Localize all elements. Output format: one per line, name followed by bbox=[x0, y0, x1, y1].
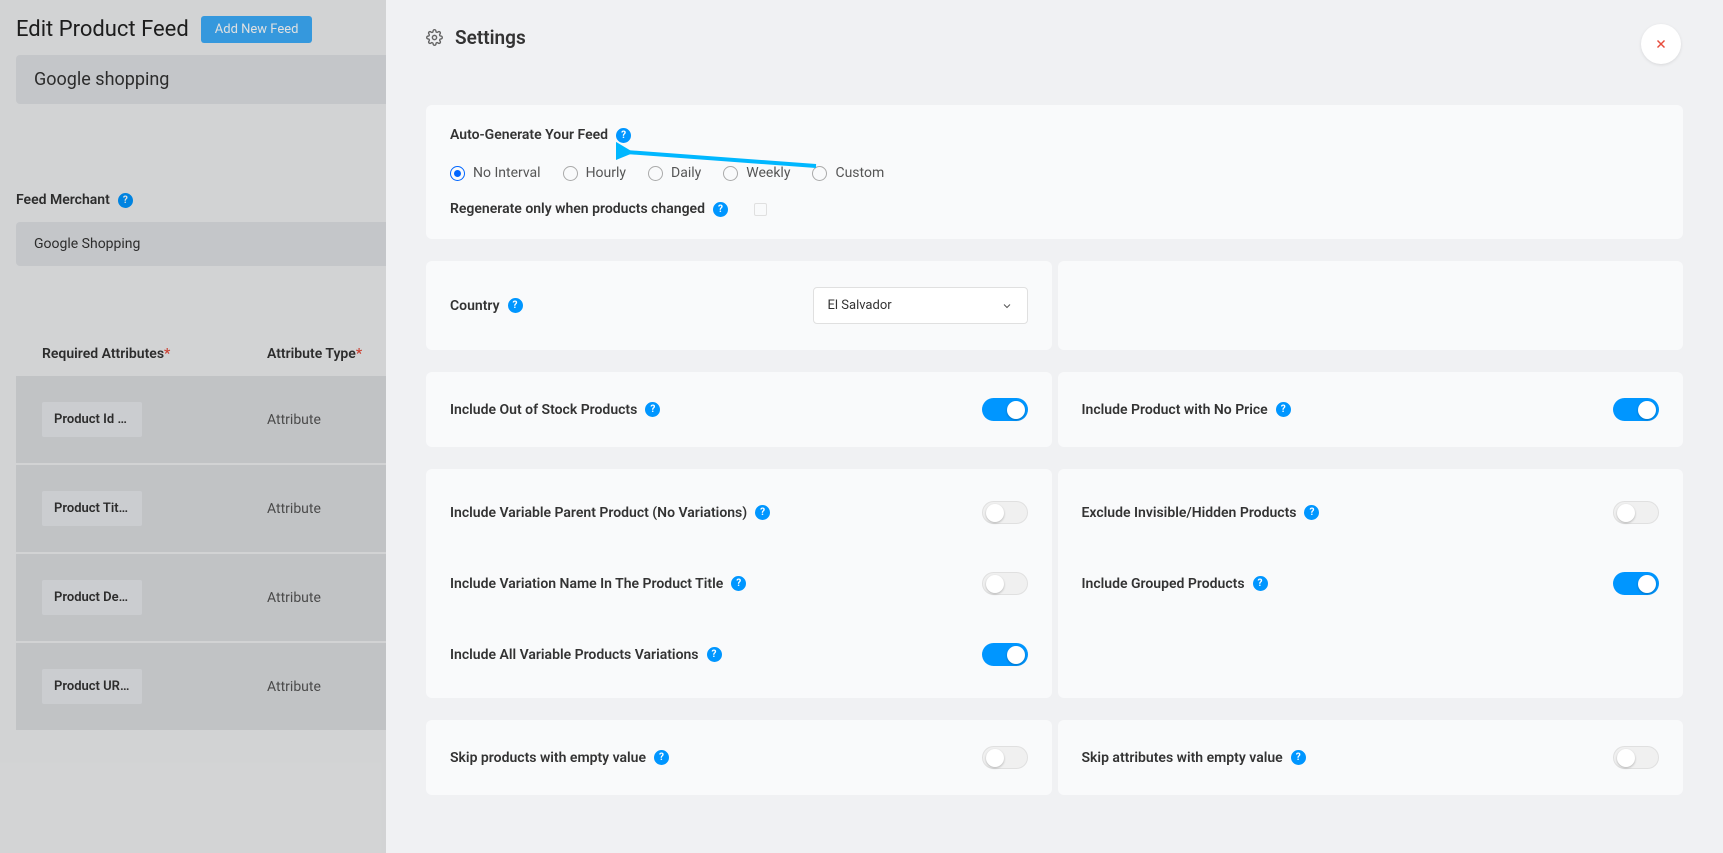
toggle-knob bbox=[1638, 575, 1656, 593]
auto-generate-card: Auto-Generate Your Feed ? No Interval Ho… bbox=[426, 105, 1683, 239]
settings-panel-header: Settings bbox=[426, 26, 1683, 49]
settings-panel: Settings Auto-Generate Your Feed ? No In… bbox=[386, 0, 1723, 853]
no-price-card: Include Product with No Price ? bbox=[1058, 372, 1684, 447]
help-icon[interactable]: ? bbox=[645, 402, 660, 417]
attribute-tag[interactable]: Product URL … bbox=[42, 669, 142, 704]
attribute-type-value: Attribute bbox=[267, 412, 321, 428]
help-icon[interactable]: ? bbox=[731, 576, 746, 591]
page-title: Edit Product Feed bbox=[16, 17, 189, 42]
exclude-invisible-row: Exclude Invisible/Hidden Products ? bbox=[1082, 477, 1660, 548]
help-icon[interactable]: ? bbox=[1276, 402, 1291, 417]
radio-circle bbox=[450, 166, 465, 181]
variation-name-label: Include Variation Name In The Product Ti… bbox=[450, 576, 746, 592]
variable-parent-row: Include Variable Parent Product (No Vari… bbox=[450, 477, 1028, 548]
help-icon[interactable]: ? bbox=[1291, 750, 1306, 765]
variable-parent-label: Include Variable Parent Product (No Vari… bbox=[450, 505, 770, 521]
variation-name-toggle[interactable] bbox=[982, 572, 1028, 595]
variable-right-card: Exclude Invisible/Hidden Products ? Incl… bbox=[1058, 469, 1684, 698]
attribute-tag[interactable]: Product Id [id] bbox=[42, 402, 142, 437]
required-attributes-header: Required Attributes* bbox=[42, 346, 267, 362]
merchant-value: Google Shopping bbox=[34, 236, 140, 252]
toggle-knob bbox=[1007, 646, 1025, 664]
help-icon[interactable]: ? bbox=[118, 193, 133, 208]
regenerate-row: Regenerate only when products changed ? bbox=[450, 201, 1659, 217]
attribute-type-value: Attribute bbox=[267, 679, 321, 695]
help-icon[interactable]: ? bbox=[508, 298, 523, 313]
close-icon bbox=[1654, 37, 1668, 51]
attribute-tag[interactable]: Product Title … bbox=[42, 491, 142, 526]
skip-attributes-label: Skip attributes with empty value ? bbox=[1082, 750, 1306, 766]
help-icon[interactable]: ? bbox=[713, 202, 728, 217]
settings-title: Settings bbox=[455, 26, 526, 49]
variable-left-card: Include Variable Parent Product (No Vari… bbox=[426, 469, 1052, 698]
toggle-knob bbox=[986, 749, 1004, 767]
country-value: El Salvador bbox=[828, 298, 892, 313]
variation-name-row: Include Variation Name In The Product Ti… bbox=[450, 548, 1028, 619]
attribute-tag[interactable]: Product Desc… bbox=[42, 580, 142, 615]
add-new-feed-button[interactable]: Add New Feed bbox=[201, 16, 313, 43]
exclude-invisible-toggle[interactable] bbox=[1613, 501, 1659, 524]
country-label: Country ? bbox=[450, 298, 523, 314]
out-of-stock-card: Include Out of Stock Products ? bbox=[426, 372, 1052, 447]
out-of-stock-label: Include Out of Stock Products ? bbox=[450, 402, 660, 418]
help-icon[interactable]: ? bbox=[1253, 576, 1268, 591]
skip-products-toggle[interactable] bbox=[982, 746, 1028, 769]
radio-weekly[interactable]: Weekly bbox=[723, 165, 790, 181]
help-icon[interactable]: ? bbox=[1304, 505, 1319, 520]
radio-custom[interactable]: Custom bbox=[812, 165, 884, 181]
skip-products-card: Skip products with empty value ? bbox=[426, 720, 1052, 795]
regenerate-label: Regenerate only when products changed ? bbox=[450, 201, 728, 217]
skip-empty-row: Skip products with empty value ? Skip at… bbox=[426, 720, 1683, 795]
skip-attributes-toggle[interactable] bbox=[1613, 746, 1659, 769]
variable-products-row: Include Variable Parent Product (No Vari… bbox=[426, 469, 1683, 698]
country-card: Country ? El Salvador bbox=[426, 261, 1052, 350]
variable-parent-toggle[interactable] bbox=[982, 501, 1028, 524]
all-variations-toggle[interactable] bbox=[982, 643, 1028, 666]
toggle-knob bbox=[1638, 401, 1656, 419]
toggle-knob bbox=[986, 575, 1004, 593]
out-of-stock-toggle[interactable] bbox=[982, 398, 1028, 421]
attribute-type-value: Attribute bbox=[267, 501, 321, 517]
radio-daily[interactable]: Daily bbox=[648, 165, 701, 181]
feed-merchant-text: Feed Merchant bbox=[16, 192, 110, 208]
required-star: * bbox=[164, 346, 170, 362]
toggle-knob bbox=[986, 504, 1004, 522]
help-icon[interactable]: ? bbox=[616, 128, 631, 143]
radio-no-interval[interactable]: No Interval bbox=[450, 165, 541, 181]
skip-products-label: Skip products with empty value ? bbox=[450, 750, 669, 766]
grouped-products-row: Include Grouped Products ? bbox=[1082, 548, 1660, 619]
skip-attributes-card: Skip attributes with empty value ? bbox=[1058, 720, 1684, 795]
grouped-products-toggle[interactable] bbox=[1613, 572, 1659, 595]
radio-hourly[interactable]: Hourly bbox=[563, 165, 626, 181]
close-button[interactable] bbox=[1641, 24, 1681, 64]
required-star: * bbox=[356, 346, 362, 362]
country-select[interactable]: El Salvador bbox=[813, 287, 1028, 324]
all-variations-row: Include All Variable Products Variations… bbox=[450, 619, 1028, 690]
radio-circle bbox=[648, 166, 663, 181]
stock-price-row: Include Out of Stock Products ? Include … bbox=[426, 372, 1683, 447]
interval-radio-group: No Interval Hourly Daily Weekly Custom bbox=[450, 165, 1659, 181]
radio-circle bbox=[563, 166, 578, 181]
attribute-type-header: Attribute Type* bbox=[267, 346, 362, 362]
radio-circle bbox=[723, 166, 738, 181]
empty-card bbox=[1058, 261, 1684, 350]
toggle-knob bbox=[1617, 504, 1635, 522]
help-icon[interactable]: ? bbox=[654, 750, 669, 765]
attribute-type-value: Attribute bbox=[267, 590, 321, 606]
regenerate-checkbox[interactable] bbox=[754, 203, 767, 216]
grouped-products-label: Include Grouped Products ? bbox=[1082, 576, 1268, 592]
toggle-knob bbox=[1617, 749, 1635, 767]
no-price-toggle[interactable] bbox=[1613, 398, 1659, 421]
help-icon[interactable]: ? bbox=[755, 505, 770, 520]
gear-icon bbox=[426, 29, 443, 46]
auto-generate-label: Auto-Generate Your Feed ? bbox=[450, 127, 1659, 143]
no-price-label: Include Product with No Price ? bbox=[1082, 402, 1291, 418]
radio-circle bbox=[812, 166, 827, 181]
toggle-knob bbox=[1007, 401, 1025, 419]
help-icon[interactable]: ? bbox=[707, 647, 722, 662]
chevron-down-icon bbox=[1001, 300, 1013, 312]
country-row: Country ? El Salvador bbox=[426, 261, 1683, 350]
exclude-invisible-label: Exclude Invisible/Hidden Products ? bbox=[1082, 505, 1320, 521]
all-variations-label: Include All Variable Products Variations… bbox=[450, 647, 722, 663]
